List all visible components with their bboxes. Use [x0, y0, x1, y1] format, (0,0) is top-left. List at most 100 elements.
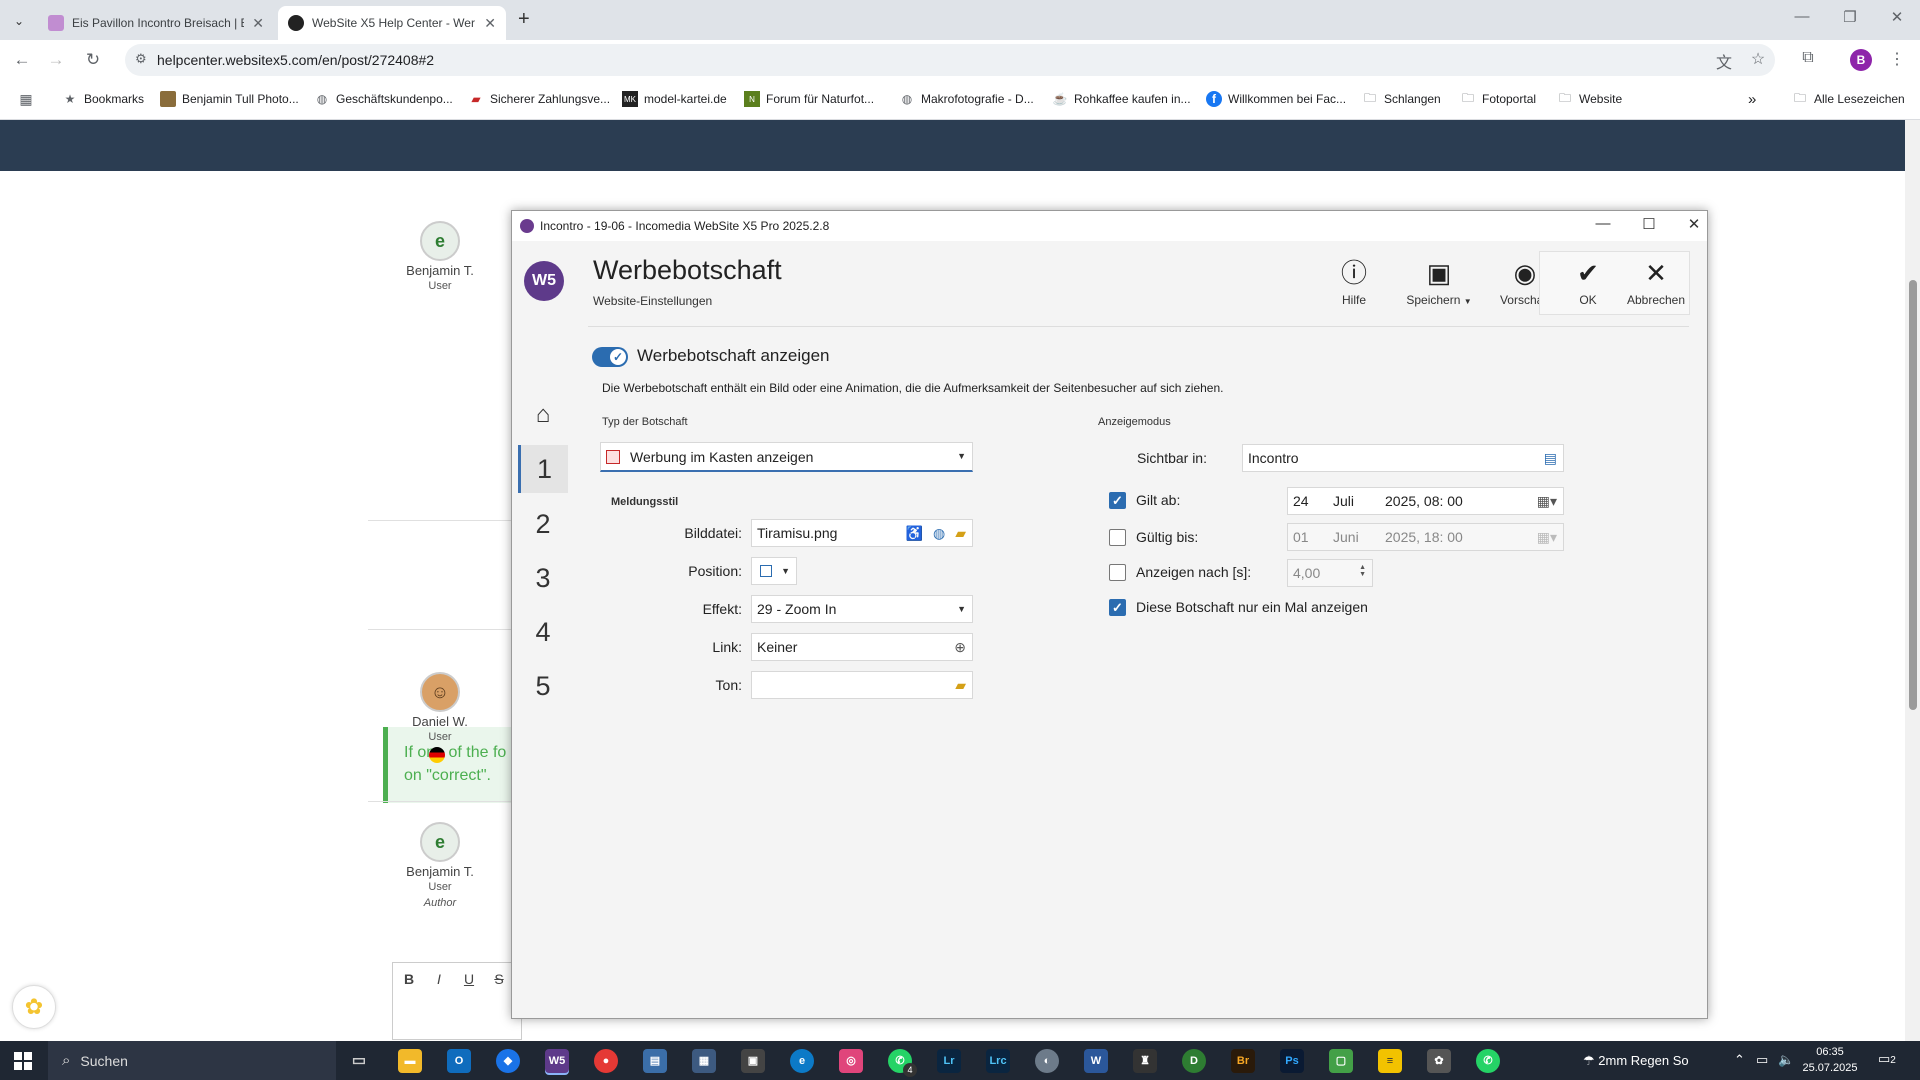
more-bookmarks-icon[interactable]: » — [1748, 91, 1756, 108]
folder-icon[interactable]: ▰ — [955, 525, 966, 542]
step-4[interactable]: 4 — [518, 608, 568, 656]
tab-search-icon[interactable]: ⌄ — [8, 10, 30, 32]
clock[interactable]: 06:35 25.07.2025 — [1800, 1044, 1860, 1076]
tab-helpcenter[interactable]: WebSite X5 Help Center - Wer ✕ — [278, 6, 506, 40]
whatsapp-icon[interactable]: ✆ — [1476, 1049, 1500, 1073]
close-icon[interactable]: ✕ — [484, 15, 496, 32]
step-3[interactable]: 3 — [518, 554, 568, 602]
volume-icon[interactable]: 🔈 — [1778, 1052, 1794, 1068]
profile-avatar[interactable]: B — [1850, 49, 1872, 71]
taskbar-search[interactable]: ⌕ Suchen — [48, 1041, 336, 1080]
save-button[interactable]: ▣ Speichern ▼ — [1399, 257, 1479, 307]
valid-from-checkbox[interactable]: ✓ — [1109, 492, 1126, 509]
reply-editor[interactable]: B I U S — [392, 962, 522, 1040]
valid-until-checkbox[interactable] — [1109, 529, 1126, 546]
back-icon[interactable]: ← — [10, 48, 34, 72]
bookmark-item[interactable]: MK model-kartei.de — [622, 91, 727, 107]
folder-icon[interactable]: ▰ — [955, 677, 966, 694]
avatar[interactable]: e — [420, 822, 460, 862]
chrome-icon[interactable]: ● — [594, 1049, 618, 1073]
app-icon[interactable]: ◆ — [496, 1049, 520, 1073]
forward-icon[interactable]: → — [44, 48, 68, 72]
user-name[interactable]: Daniel W. — [380, 714, 500, 729]
bookmark-item[interactable]: ◍ Makrofotografie - D... — [899, 91, 1034, 107]
file-explorer-icon[interactable]: ▬ — [398, 1049, 422, 1073]
avatar[interactable]: ☺ — [420, 672, 460, 712]
cancel-button[interactable]: ✕ Abbrechen — [1616, 257, 1696, 307]
minimize-icon[interactable]: — — [1779, 8, 1825, 25]
app-icon[interactable]: ◎ — [839, 1049, 863, 1073]
valid-from-date[interactable]: 24 Juli 2025, 08: 00 ▦▾ — [1287, 487, 1564, 515]
extensions-icon[interactable]: ⧉ — [1797, 49, 1819, 67]
bookmark-folder[interactable]: 🗀 Website — [1557, 91, 1622, 107]
all-bookmarks[interactable]: 🗀 Alle Lesezeichen — [1792, 91, 1905, 107]
calculator-icon[interactable]: ▦ — [692, 1049, 716, 1073]
photoshop-icon[interactable]: Ps — [1280, 1049, 1304, 1073]
bridge-icon[interactable]: Br — [1231, 1049, 1255, 1073]
app-icon[interactable]: ▢ — [1329, 1049, 1353, 1073]
lightroom-icon[interactable]: Lr — [937, 1049, 961, 1073]
bookmark-folder[interactable]: 🗀 Schlangen — [1362, 91, 1441, 107]
step-2[interactable]: 2 — [518, 500, 568, 548]
effect-select[interactable]: 29 - Zoom In ▼ — [751, 595, 973, 623]
website-x5-icon[interactable]: W5 — [545, 1049, 569, 1073]
link-field[interactable]: Keiner ⊕ — [751, 633, 973, 661]
address-bar[interactable]: ⚙ helpcenter.websitex5.com/en/post/27240… — [125, 44, 1775, 76]
show-ad-toggle[interactable]: ✓ — [592, 347, 628, 367]
avatar[interactable]: e — [420, 221, 460, 261]
user-name[interactable]: Benjamin T. — [380, 263, 500, 278]
scrollbar-thumb[interactable] — [1909, 280, 1917, 710]
calendar-icon[interactable]: ▦▾ — [1537, 493, 1557, 510]
edge-icon[interactable]: e — [790, 1049, 814, 1073]
close-icon[interactable]: ✕ — [1679, 215, 1709, 233]
start-icon[interactable] — [14, 1052, 32, 1070]
position-select[interactable]: ▼ — [751, 557, 797, 585]
close-window-icon[interactable]: ✕ — [1874, 8, 1920, 26]
visible-in-field[interactable]: Incontro ▤ — [1242, 444, 1564, 472]
tab-incontro[interactable]: Eis Pavillon Incontro Breisach | E ✕ — [38, 6, 274, 40]
translate-icon[interactable]: 文 — [1713, 49, 1735, 73]
home-icon[interactable]: ⌂ — [518, 391, 568, 439]
page-select-icon[interactable]: ▤ — [1544, 450, 1557, 467]
globe-icon[interactable]: ◍ — [933, 525, 945, 542]
network-icon[interactable]: ▭ — [1756, 1052, 1768, 1068]
strikethrough-icon[interactable]: S — [489, 971, 509, 987]
site-info-icon[interactable]: ⚙ — [135, 51, 147, 67]
image-file-field[interactable]: Tiramisu.png ♿ ◍ ▰ — [751, 519, 973, 547]
increment-icon[interactable]: ▲ — [1359, 564, 1366, 571]
bookmark-item[interactable]: f Willkommen bei Fac... — [1206, 91, 1346, 107]
app-icon[interactable]: ♜ — [1133, 1049, 1157, 1073]
outlook-icon[interactable]: O — [447, 1049, 471, 1073]
bookmark-item[interactable]: ▰ Sicherer Zahlungsve... — [468, 91, 610, 107]
step-1[interactable]: 1 — [518, 445, 568, 493]
tray-chevron-icon[interactable]: ⌃ — [1734, 1052, 1745, 1068]
reload-icon[interactable]: ↻ — [81, 48, 105, 72]
minimize-icon[interactable]: — — [1588, 215, 1618, 232]
app-icon[interactable]: D — [1182, 1049, 1206, 1073]
accessibility-icon[interactable]: ♿ — [906, 525, 923, 542]
show-after-stepper[interactable]: 4,00 ▲ ▼ — [1287, 559, 1373, 587]
apps-icon[interactable]: ▦ — [18, 91, 40, 107]
bookmark-item[interactable]: ☕ Rohkaffee kaufen in... — [1052, 91, 1191, 107]
italic-icon[interactable]: I — [429, 971, 449, 987]
bookmark-item[interactable]: ◍ Geschäftskundenpo... — [314, 91, 453, 107]
lightroom-classic-icon[interactable]: Lrc — [986, 1049, 1010, 1073]
sound-field[interactable]: ▰ — [751, 671, 973, 699]
show-once-checkbox[interactable]: ✓ — [1109, 599, 1126, 616]
underline-icon[interactable]: U — [459, 971, 479, 987]
close-icon[interactable]: ✕ — [252, 15, 264, 32]
restore-icon[interactable]: ❐ — [1827, 8, 1873, 26]
link-globe-icon[interactable]: ⊕ — [954, 639, 966, 656]
page-scrollbar[interactable] — [1905, 120, 1920, 1041]
bookmark-item[interactable]: ★ Bookmarks — [62, 91, 144, 107]
bold-icon[interactable]: B — [399, 971, 419, 987]
decrement-icon[interactable]: ▼ — [1359, 571, 1366, 578]
bookmark-folder[interactable]: 🗀 Fotoportal — [1460, 91, 1536, 107]
bookmark-item[interactable]: N Forum für Naturfot... — [744, 91, 874, 107]
user-name[interactable]: Benjamin T. — [380, 864, 500, 879]
type-select[interactable]: Werbung im Kasten anzeigen ▼ — [600, 442, 973, 472]
help-button[interactable]: ⓘ Hilfe — [1314, 257, 1394, 307]
app-icon[interactable]: ▤ — [643, 1049, 667, 1073]
step-5[interactable]: 5 — [518, 662, 568, 710]
new-tab-icon[interactable]: + — [518, 8, 530, 31]
